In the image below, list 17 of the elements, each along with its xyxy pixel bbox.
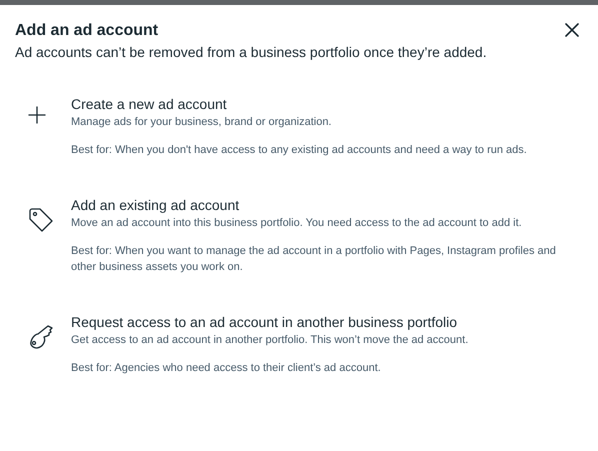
dialog-title: Add an ad account <box>15 21 160 41</box>
option-card[interactable]: Create a new ad account Manage ads for your business, brand or organization. Best for: When you don't have access to any existing ad accounts and need a way to run ads. <box>0 94 598 158</box>
dialog-subtitle: Ad accounts can’t be removed from a business portfolio once they’re added. <box>15 43 487 62</box>
option-best-for: Best for: Agencies who need access to their client’s ad account. <box>71 361 382 376</box>
option-title: Request access to an ad account in another business portfolio <box>71 313 458 332</box>
option-description: Move an ad account into this business portfolio. You need access to the ad account to add it. <box>71 216 523 231</box>
tag-icon <box>28 207 54 233</box>
plus-icon <box>28 106 46 124</box>
option-description: Get access to an ad account in another portfolio. This won’t move the ad account. <box>71 333 468 348</box>
option-description: Manage ads for your business, brand or organization. <box>71 115 332 130</box>
close-icon <box>565 23 579 37</box>
close-button[interactable] <box>564 22 580 38</box>
option-title: Add an existing ad account <box>71 196 240 215</box>
option-title: Create a new ad account <box>71 95 228 114</box>
option-best-for: Best for: When you want to manage the ad account in a portfolio with Pages, Instagram profiles and other business assets you work on. <box>71 244 557 275</box>
key-icon <box>28 324 54 350</box>
option-best-for: Best for: When you don't have access to any existing ad accounts and need a way to run ads. <box>71 143 527 158</box>
